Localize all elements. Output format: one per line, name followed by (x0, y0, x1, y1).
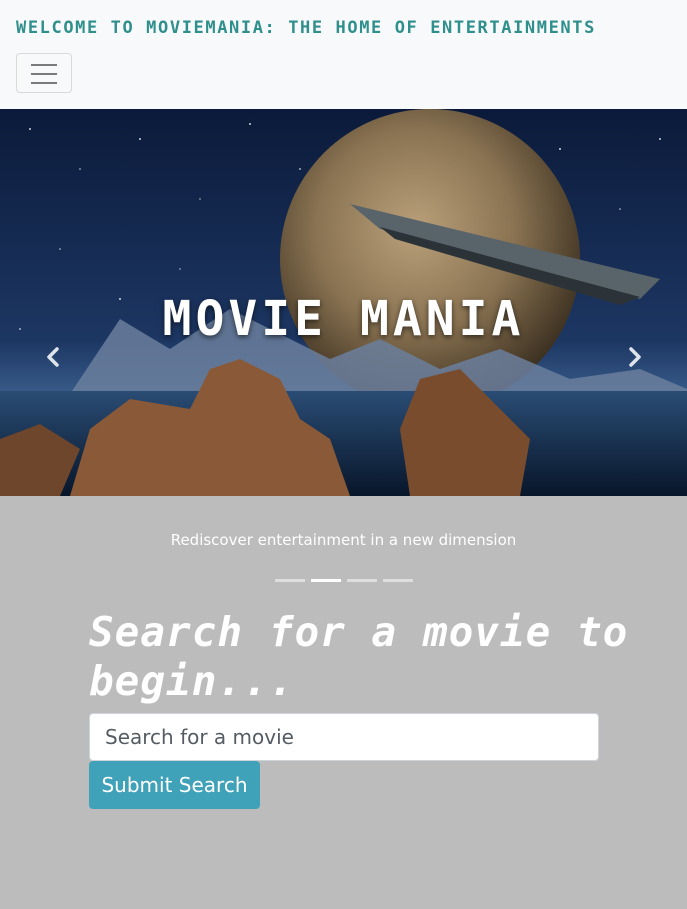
hamburger-icon (31, 64, 57, 66)
navbar-brand[interactable]: Welcome to MovieMania: The Home of Enter… (16, 18, 687, 38)
carousel-indicator[interactable] (382, 579, 413, 582)
carousel-indicators (0, 579, 687, 582)
search-heading: Search for a movie to begin... (89, 608, 629, 705)
carousel-prev-button[interactable] (38, 342, 68, 372)
carousel-indicator[interactable] (310, 579, 341, 582)
hero-carousel: MOVIE MANIA (0, 109, 687, 496)
chevron-right-icon (629, 347, 641, 367)
search-input[interactable] (89, 713, 599, 761)
hero-title: MOVIE MANIA (162, 291, 525, 347)
navbar-toggler-button[interactable] (16, 53, 72, 93)
submit-search-button[interactable]: Submit Search (89, 761, 260, 809)
carousel-indicator[interactable] (346, 579, 377, 582)
navbar: Welcome to MovieMania: The Home of Enter… (0, 0, 687, 109)
carousel-next-button[interactable] (620, 342, 650, 372)
chevron-left-icon (47, 347, 59, 367)
carousel-indicator[interactable] (274, 579, 305, 582)
carousel-caption: Rediscover entertainment in a new dimens… (170, 531, 517, 549)
